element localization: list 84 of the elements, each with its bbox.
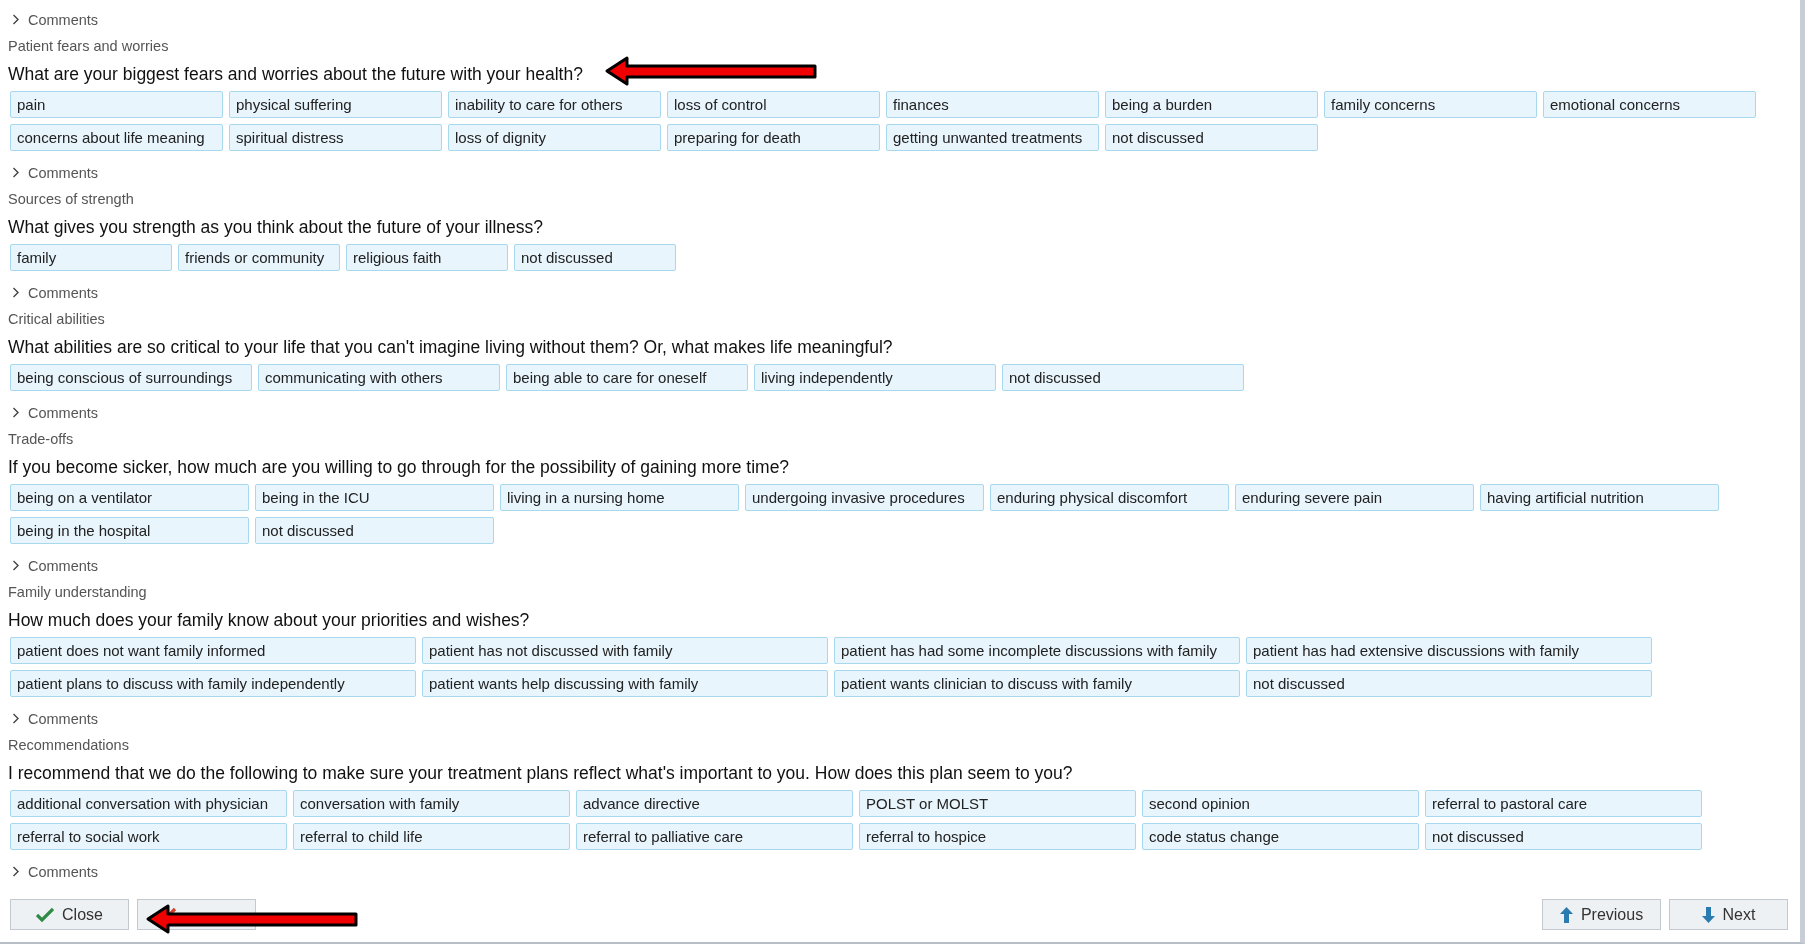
section-title: Trade-offs: [7, 430, 75, 449]
option-button[interactable]: having artificial nutrition: [1480, 484, 1719, 511]
option-button[interactable]: patient has had extensive discussions with family: [1246, 637, 1652, 664]
option-button[interactable]: patient has not discussed with family: [422, 637, 828, 664]
section-title: Critical abilities: [7, 310, 106, 329]
option-button[interactable]: referral to child life: [293, 823, 570, 850]
option-button[interactable]: patient wants clinician to discuss with family: [834, 670, 1240, 697]
option-button[interactable]: second opinion: [1142, 790, 1419, 817]
option-button[interactable]: enduring physical discomfort: [990, 484, 1229, 511]
option-button[interactable]: not discussed: [255, 517, 494, 544]
option-button[interactable]: not discussed: [1246, 670, 1652, 697]
close-button[interactable]: Close: [10, 899, 129, 930]
option-button[interactable]: finances: [886, 91, 1099, 118]
question-text: What abilities are so critical to your life that you can't imagine living without them? Or, what makes life meaningful?: [8, 336, 893, 359]
option-button[interactable]: being in the ICU: [255, 484, 494, 511]
option-button[interactable]: referral to social work: [10, 823, 287, 850]
option-button[interactable]: loss of control: [667, 91, 880, 118]
option-button[interactable]: advance directive: [576, 790, 853, 817]
option-button[interactable]: inability to care for others: [448, 91, 661, 118]
option-button[interactable]: not discussed: [1002, 364, 1244, 391]
option-button[interactable]: being able to care for oneself: [506, 364, 748, 391]
section-title: Patient fears and worries: [7, 37, 170, 56]
option-button[interactable]: religious faith: [346, 244, 508, 271]
option-button[interactable]: not discussed: [1105, 124, 1318, 151]
option-button[interactable]: code status change: [1142, 823, 1419, 850]
option-button[interactable]: preparing for death: [667, 124, 880, 151]
option-button[interactable]: friends or community: [178, 244, 340, 271]
option-button[interactable]: patient does not want family informed: [10, 637, 416, 664]
option-button[interactable]: physical suffering: [229, 91, 442, 118]
option-button[interactable]: being a burden: [1105, 91, 1318, 118]
option-button[interactable]: undergoing invasive procedures: [745, 484, 984, 511]
option-button[interactable]: referral to pastoral care: [1425, 790, 1702, 817]
option-button[interactable]: spiritual distress: [229, 124, 442, 151]
option-button[interactable]: enduring severe pain: [1235, 484, 1474, 511]
chevron-icon: [12, 866, 20, 877]
chevron-icon: [12, 14, 20, 25]
option-button[interactable]: patient has had some incomplete discussions with family: [834, 637, 1240, 664]
option-button[interactable]: family concerns: [1324, 91, 1537, 118]
question-text: I recommend that we do the following to make sure your treatment plans reflect what's important to you. How does this plan seem to you?: [8, 762, 1073, 785]
down-arrow-icon: [1701, 906, 1715, 923]
option-button[interactable]: referral to hospice: [859, 823, 1136, 850]
option-button[interactable]: concerns about life meaning: [10, 124, 223, 151]
up-arrow-icon: [1559, 906, 1573, 923]
option-button[interactable]: additional conversation with physician: [10, 790, 287, 817]
chevron-icon: [12, 713, 20, 724]
section-title: Sources of strength: [7, 190, 135, 209]
comments-toggle[interactable]: Comments: [12, 11, 99, 28]
option-button[interactable]: communicating with others: [258, 364, 500, 391]
option-button[interactable]: being on a ventilator: [10, 484, 249, 511]
option-button[interactable]: patient plans to discuss with family independently: [10, 670, 416, 697]
option-button[interactable]: family: [10, 244, 172, 271]
comments-toggle[interactable]: Comments: [12, 164, 99, 181]
option-button[interactable]: loss of dignity: [448, 124, 661, 151]
chevron-icon: [12, 560, 20, 571]
comments-toggle[interactable]: Comments: [12, 557, 99, 574]
option-button[interactable]: POLST or MOLST: [859, 790, 1136, 817]
option-button[interactable]: emotional concerns: [1543, 91, 1756, 118]
option-button[interactable]: referral to palliative care: [576, 823, 853, 850]
option-button[interactable]: being in the hospital: [10, 517, 249, 544]
checkmark-icon: [36, 907, 55, 922]
chevron-icon: [12, 167, 20, 178]
question-text: If you become sicker, how much are you willing to go through for the possibility of gaining more time?: [8, 456, 790, 479]
option-button[interactable]: pain: [10, 91, 223, 118]
section-title: Family understanding: [7, 583, 148, 602]
previous-button[interactable]: Previous: [1542, 899, 1661, 930]
question-text: What gives you strength as you think about the future of your illness?: [8, 216, 544, 239]
comments-toggle[interactable]: Comments: [12, 404, 99, 421]
comments-toggle[interactable]: Comments: [12, 284, 99, 301]
question-text: How much does your family know about your priorities and wishes?: [8, 609, 530, 632]
option-button[interactable]: living in a nursing home: [500, 484, 739, 511]
option-button[interactable]: conversation with family: [293, 790, 570, 817]
option-button[interactable]: not discussed: [1425, 823, 1702, 850]
section-title: Recommendations: [7, 736, 130, 755]
chevron-icon: [12, 407, 20, 418]
option-button[interactable]: being conscious of surroundings: [10, 364, 252, 391]
comments-toggle[interactable]: Comments: [12, 710, 99, 727]
option-button[interactable]: getting unwanted treatments: [886, 124, 1099, 151]
option-button[interactable]: not discussed: [514, 244, 676, 271]
option-button[interactable]: living independently: [754, 364, 996, 391]
option-button[interactable]: patient wants help discussing with family: [422, 670, 828, 697]
next-button[interactable]: Next: [1669, 899, 1788, 930]
chevron-icon: [12, 287, 20, 298]
comments-toggle[interactable]: Comments: [12, 863, 99, 880]
question-text: What are your biggest fears and worries about the future with your health?: [8, 63, 583, 86]
